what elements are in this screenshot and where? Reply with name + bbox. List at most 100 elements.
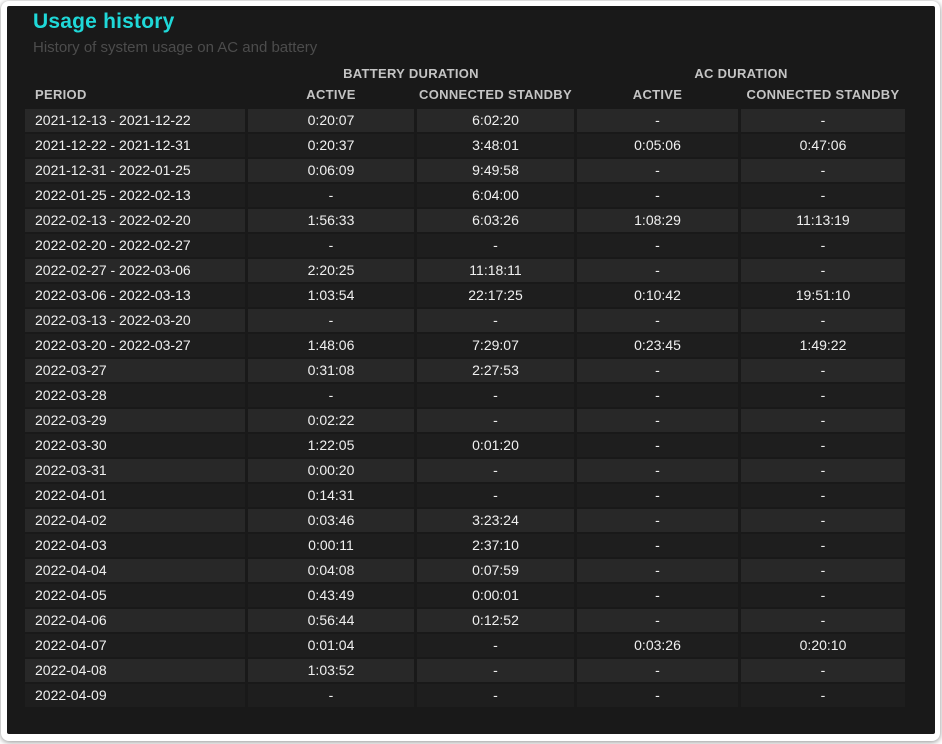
ac-active-cell: -: [577, 359, 738, 382]
battery-active-cell: -: [248, 384, 414, 407]
ac-active-cell: -: [577, 534, 738, 557]
battery-active-cell: 2:20:25: [248, 259, 414, 282]
battery-active-cell: -: [248, 184, 414, 207]
period-cell: 2022-03-13 - 2022-03-20: [25, 309, 245, 332]
battery-connected-standby-cell: 7:29:07: [417, 334, 574, 357]
battery-active-cell: 0:03:46: [248, 509, 414, 532]
table-body: 2021-12-13 - 2021-12-22 0:20:07 6:02:20 …: [25, 109, 905, 707]
battery-active-cell: 0:04:08: [248, 559, 414, 582]
battery-active-cell: 0:14:31: [248, 484, 414, 507]
period-cell: 2022-04-09: [25, 684, 245, 707]
period-cell: 2021-12-13 - 2021-12-22: [25, 109, 245, 132]
period-cell: 2022-03-27: [25, 359, 245, 382]
ac-active-cell: -: [577, 159, 738, 182]
battery-active-cell: 0:02:22: [248, 409, 414, 432]
ac-connected-standby-cell: -: [741, 484, 905, 507]
group-header-battery-duration: BATTERY DURATION: [343, 66, 479, 81]
battery-connected-standby-cell: 2:27:53: [417, 359, 574, 382]
table-row: 2022-03-20 - 2022-03-27 1:48:06 7:29:07 …: [25, 334, 905, 357]
period-cell: 2022-02-20 - 2022-02-27: [25, 234, 245, 257]
battery-active-cell: 1:03:52: [248, 659, 414, 682]
ac-active-cell: -: [577, 509, 738, 532]
ac-connected-standby-cell: -: [741, 509, 905, 532]
column-header-period: PERIOD: [35, 87, 87, 102]
table-row: 2022-03-13 - 2022-03-20 - - - -: [25, 309, 905, 332]
ac-connected-standby-cell: -: [741, 259, 905, 282]
ac-connected-standby-cell: 1:49:22: [741, 334, 905, 357]
period-cell: 2022-03-28: [25, 384, 245, 407]
ac-active-cell: 0:10:42: [577, 284, 738, 307]
battery-active-cell: 0:20:37: [248, 134, 414, 157]
table-row: 2022-03-06 - 2022-03-13 1:03:54 22:17:25…: [25, 284, 905, 307]
ac-connected-standby-cell: -: [741, 559, 905, 582]
ac-connected-standby-cell: -: [741, 584, 905, 607]
ac-active-cell: -: [577, 409, 738, 432]
table-row: 2022-04-03 0:00:11 2:37:10 - -: [25, 534, 905, 557]
period-cell: 2022-04-02: [25, 509, 245, 532]
ac-connected-standby-cell: 0:20:10: [741, 634, 905, 657]
table-row: 2021-12-13 - 2021-12-22 0:20:07 6:02:20 …: [25, 109, 905, 132]
group-header-spacer: [25, 64, 245, 84]
battery-active-cell: 0:56:44: [248, 609, 414, 632]
table-row: 2022-03-28 - - - -: [25, 384, 905, 407]
period-cell: 2022-03-06 - 2022-03-13: [25, 284, 245, 307]
battery-connected-standby-cell: -: [417, 634, 574, 657]
battery-connected-standby-cell: 0:07:59: [417, 559, 574, 582]
table-row: 2022-04-08 1:03:52 - - -: [25, 659, 905, 682]
table-column-header-row: PERIOD ACTIVE CONNECTED STANDBY ACTIVE C…: [25, 85, 905, 105]
ac-connected-standby-cell: -: [741, 659, 905, 682]
ac-connected-standby-cell: -: [741, 534, 905, 557]
table-row: 2022-04-06 0:56:44 0:12:52 - -: [25, 609, 905, 632]
battery-connected-standby-cell: 11:18:11: [417, 259, 574, 282]
battery-active-cell: 1:22:05: [248, 434, 414, 457]
ac-active-cell: -: [577, 609, 738, 632]
battery-connected-standby-cell: -: [417, 309, 574, 332]
table-row: 2022-03-30 1:22:05 0:01:20 - -: [25, 434, 905, 457]
battery-connected-standby-cell: 0:00:01: [417, 584, 574, 607]
ac-connected-standby-cell: -: [741, 359, 905, 382]
period-cell: 2022-03-29: [25, 409, 245, 432]
battery-connected-standby-cell: -: [417, 234, 574, 257]
period-cell: 2022-02-27 - 2022-03-06: [25, 259, 245, 282]
period-cell: 2022-04-01: [25, 484, 245, 507]
ac-active-cell: 0:03:26: [577, 634, 738, 657]
battery-active-cell: -: [248, 684, 414, 707]
ac-connected-standby-cell: -: [741, 684, 905, 707]
battery-connected-standby-cell: 6:03:26: [417, 209, 574, 232]
battery-active-cell: 0:06:09: [248, 159, 414, 182]
battery-connected-standby-cell: 6:04:00: [417, 184, 574, 207]
ac-active-cell: 0:05:06: [577, 134, 738, 157]
battery-connected-standby-cell: -: [417, 384, 574, 407]
ac-connected-standby-cell: -: [741, 109, 905, 132]
battery-connected-standby-cell: 0:01:20: [417, 434, 574, 457]
table-row: 2022-02-13 - 2022-02-20 1:56:33 6:03:26 …: [25, 209, 905, 232]
table-row: 2022-03-29 0:02:22 - - -: [25, 409, 905, 432]
table-row: 2022-04-07 0:01:04 - 0:03:26 0:20:10: [25, 634, 905, 657]
table-row: 2021-12-31 - 2022-01-25 0:06:09 9:49:58 …: [25, 159, 905, 182]
battery-connected-standby-cell: 0:12:52: [417, 609, 574, 632]
ac-connected-standby-cell: -: [741, 409, 905, 432]
ac-connected-standby-cell: -: [741, 459, 905, 482]
period-cell: 2022-02-13 - 2022-02-20: [25, 209, 245, 232]
battery-connected-standby-cell: 3:23:24: [417, 509, 574, 532]
battery-active-cell: 0:00:11: [248, 534, 414, 557]
battery-active-cell: 1:03:54: [248, 284, 414, 307]
battery-active-cell: 0:01:04: [248, 634, 414, 657]
ac-active-cell: 1:08:29: [577, 209, 738, 232]
table-row: 2021-12-22 - 2021-12-31 0:20:37 3:48:01 …: [25, 134, 905, 157]
ac-connected-standby-cell: -: [741, 434, 905, 457]
battery-connected-standby-cell: -: [417, 684, 574, 707]
battery-connected-standby-cell: -: [417, 484, 574, 507]
period-cell: 2022-03-20 - 2022-03-27: [25, 334, 245, 357]
page-title: Usage history: [33, 10, 175, 33]
ac-active-cell: -: [577, 259, 738, 282]
ac-connected-standby-cell: 19:51:10: [741, 284, 905, 307]
group-header-ac-duration: AC DURATION: [694, 66, 788, 81]
ac-connected-standby-cell: -: [741, 384, 905, 407]
ac-connected-standby-cell: 0:47:06: [741, 134, 905, 157]
table-row: 2022-01-25 - 2022-02-13 - 6:04:00 - -: [25, 184, 905, 207]
ac-active-cell: -: [577, 484, 738, 507]
battery-active-cell: 0:43:49: [248, 584, 414, 607]
period-cell: 2022-04-08: [25, 659, 245, 682]
period-cell: 2022-03-31: [25, 459, 245, 482]
